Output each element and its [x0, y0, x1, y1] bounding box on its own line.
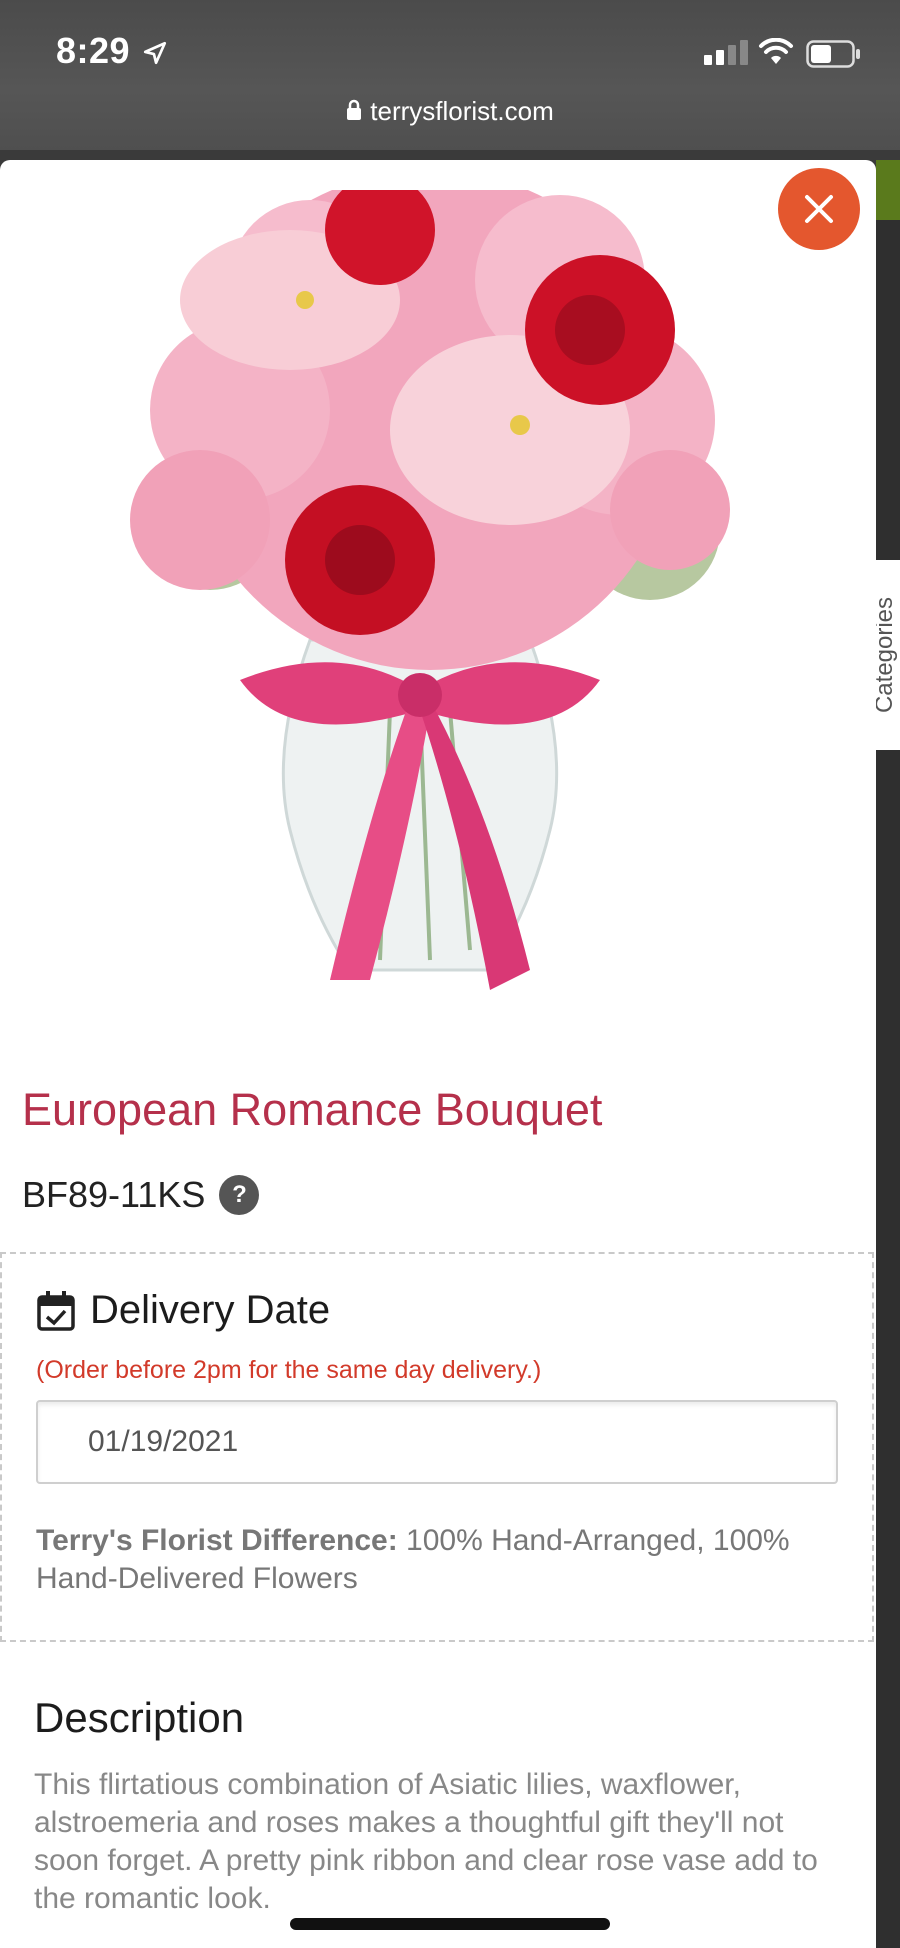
difference-label: Terry's Florist Difference: [36, 1524, 398, 1557]
florist-difference: Terry's Florist Difference: 100% Hand-Ar… [36, 1522, 836, 1598]
sku-row: BF89-11KS ? [22, 1174, 260, 1216]
home-indicator[interactable] [290, 1918, 610, 1930]
background-page-accent [876, 160, 900, 220]
location-arrow-icon [143, 41, 167, 65]
close-button[interactable] [778, 168, 860, 250]
url-text: terrysflorist.com [370, 96, 554, 126]
status-bar: 8:29 terrysflorist.com [0, 0, 900, 150]
calendar-check-icon [37, 1290, 75, 1331]
wifi-icon [759, 38, 793, 64]
delivery-date-input[interactable]: 01/19/2021 [36, 1400, 838, 1484]
product-sku: BF89-11KS [22, 1174, 206, 1215]
background-page-edge [876, 160, 900, 1948]
help-icon[interactable]: ? [219, 1175, 260, 1215]
address-bar[interactable]: terrysflorist.com [0, 96, 900, 127]
delivery-note: (Order before 2pm for the same day deliv… [36, 1356, 542, 1384]
description-text: This flirtatious combination of Asiatic … [34, 1768, 818, 1915]
product-image [130, 190, 730, 990]
delivery-title-text: Delivery Date [90, 1288, 331, 1332]
delivery-title: Delivery Date [36, 1288, 330, 1333]
product-title: European Romance Bouquet [22, 1084, 603, 1135]
lock-icon [347, 99, 362, 121]
close-icon [805, 195, 833, 223]
description-title: Description [34, 1694, 245, 1741]
signal-icon [704, 40, 748, 65]
clock: 8:29 [56, 30, 131, 71]
battery-icon [806, 40, 860, 68]
